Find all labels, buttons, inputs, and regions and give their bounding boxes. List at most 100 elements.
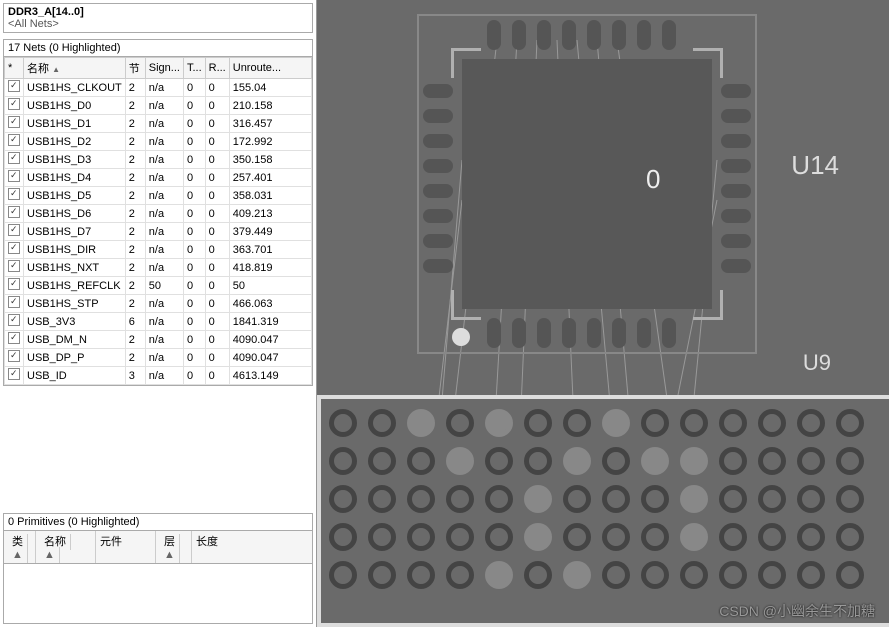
cell-r: 0 [205, 367, 229, 385]
cell-unroute: 155.04 [229, 79, 311, 97]
checkbox-icon[interactable] [8, 278, 20, 290]
cell-node: 2 [125, 79, 145, 97]
checkbox-icon[interactable] [8, 206, 20, 218]
cell-name: USB1HS_DIR [24, 241, 126, 259]
col-sign[interactable]: Sign... [145, 58, 183, 79]
prim-col-type[interactable]: 类 ▲ [4, 531, 36, 563]
cell-node: 2 [125, 133, 145, 151]
table-row[interactable]: USB1HS_CLKOUT2n/a00155.04 [5, 79, 312, 97]
prim-col-name[interactable]: 名称 ▲ [36, 531, 96, 563]
cell-unroute: 316.457 [229, 115, 311, 133]
table-row[interactable]: USB1HS_D22n/a00172.992 [5, 133, 312, 151]
cell-unroute: 4090.047 [229, 349, 311, 367]
cell-r: 0 [205, 331, 229, 349]
table-row[interactable]: USB_ID3n/a004613.149 [5, 367, 312, 385]
cell-sig: n/a [145, 115, 183, 133]
table-row[interactable]: USB1HS_D62n/a00409.213 [5, 205, 312, 223]
cell-sig: n/a [145, 349, 183, 367]
primitives-section-header: 0 Primitives (0 Highlighted) [3, 513, 313, 531]
checkbox-icon[interactable] [8, 260, 20, 272]
cell-node: 2 [125, 97, 145, 115]
cell-sig: n/a [145, 241, 183, 259]
cell-unroute: 379.449 [229, 223, 311, 241]
checkbox-icon[interactable] [8, 80, 20, 92]
checkbox-icon[interactable] [8, 368, 20, 380]
checkbox-icon[interactable] [8, 296, 20, 308]
cell-sig: n/a [145, 97, 183, 115]
cell-name: USB1HS_CLKOUT [24, 79, 126, 97]
cell-t: 0 [183, 295, 205, 313]
col-r[interactable]: R... [205, 58, 229, 79]
cell-unroute: 172.992 [229, 133, 311, 151]
col-t[interactable]: T... [183, 58, 205, 79]
cell-name: USB1HS_D4 [24, 169, 126, 187]
cell-name: USB1HS_REFCLK [24, 277, 126, 295]
checkbox-icon[interactable] [8, 134, 20, 146]
checkbox-icon[interactable] [8, 188, 20, 200]
cell-name: USB_ID [24, 367, 126, 385]
cell-r: 0 [205, 115, 229, 133]
col-name[interactable]: 名称 ▲ [24, 58, 126, 79]
cell-name: USB1HS_D1 [24, 115, 126, 133]
table-row[interactable]: USB1HS_REFCLK2500050 [5, 277, 312, 295]
table-row[interactable]: USB_DP_P2n/a004090.047 [5, 349, 312, 367]
checkbox-icon[interactable] [8, 170, 20, 182]
cell-r: 0 [205, 97, 229, 115]
cell-name: USB_3V3 [24, 313, 126, 331]
table-row[interactable]: USB1HS_STP2n/a00466.063 [5, 295, 312, 313]
primitives-header-row: 类 ▲ 名称 ▲ 元件 层 ▲ 长度 [3, 531, 313, 564]
bga-u9[interactable] [317, 395, 889, 627]
checkbox-icon[interactable] [8, 350, 20, 362]
cell-node: 2 [125, 169, 145, 187]
cell-node: 3 [125, 367, 145, 385]
chip-u14[interactable]: 0 [417, 14, 757, 354]
cell-unroute: 1841.319 [229, 313, 311, 331]
cell-node: 2 [125, 115, 145, 133]
checkbox-icon[interactable] [8, 314, 20, 326]
checkbox-icon[interactable] [8, 332, 20, 344]
table-row[interactable]: USB1HS_DIR2n/a00363.701 [5, 241, 312, 259]
cell-unroute: 466.063 [229, 295, 311, 313]
table-row[interactable]: USB1HS_NXT2n/a00418.819 [5, 259, 312, 277]
cell-r: 0 [205, 151, 229, 169]
cell-sig: n/a [145, 331, 183, 349]
cell-node: 2 [125, 187, 145, 205]
cell-r: 0 [205, 205, 229, 223]
table-row[interactable]: USB1HS_D02n/a00210.158 [5, 97, 312, 115]
col-unroute[interactable]: Unroute... [229, 58, 311, 79]
cell-name: USB1HS_D7 [24, 223, 126, 241]
cell-sig: n/a [145, 313, 183, 331]
col-node[interactable]: 节 [125, 58, 145, 79]
table-row[interactable]: USB1HS_D72n/a00379.449 [5, 223, 312, 241]
checkbox-icon[interactable] [8, 116, 20, 128]
checkbox-icon[interactable] [8, 152, 20, 164]
table-row[interactable]: USB_3V36n/a001841.319 [5, 313, 312, 331]
cell-r: 0 [205, 79, 229, 97]
cell-name: USB_DM_N [24, 331, 126, 349]
cell-t: 0 [183, 241, 205, 259]
prim-col-len[interactable]: 长度 [192, 531, 312, 563]
cell-t: 0 [183, 313, 205, 331]
table-row[interactable]: USB_DM_N2n/a004090.047 [5, 331, 312, 349]
cell-t: 0 [183, 205, 205, 223]
cell-unroute: 50 [229, 277, 311, 295]
chip-die [462, 59, 712, 309]
cell-name: USB1HS_D3 [24, 151, 126, 169]
cell-name: USB_DP_P [24, 349, 126, 367]
table-row[interactable]: USB1HS_D32n/a00350.158 [5, 151, 312, 169]
cell-t: 0 [183, 115, 205, 133]
chip-center-label: 0 [646, 164, 660, 195]
table-row[interactable]: USB1HS_D42n/a00257.401 [5, 169, 312, 187]
checkbox-icon[interactable] [8, 242, 20, 254]
pcb-canvas[interactable]: 0 U14 U9 CSDN @小幽余生不加糖 [317, 0, 889, 627]
cell-unroute: 409.213 [229, 205, 311, 223]
table-row[interactable]: USB1HS_D12n/a00316.457 [5, 115, 312, 133]
checkbox-icon[interactable] [8, 98, 20, 110]
prim-col-layer[interactable]: 层 ▲ [156, 531, 192, 563]
table-row[interactable]: USB1HS_D52n/a00358.031 [5, 187, 312, 205]
prim-col-comp[interactable]: 元件 [96, 531, 156, 563]
cell-sig: n/a [145, 259, 183, 277]
col-star[interactable]: * [5, 58, 24, 79]
checkbox-icon[interactable] [8, 224, 20, 236]
designator-u14: U14 [791, 150, 839, 181]
